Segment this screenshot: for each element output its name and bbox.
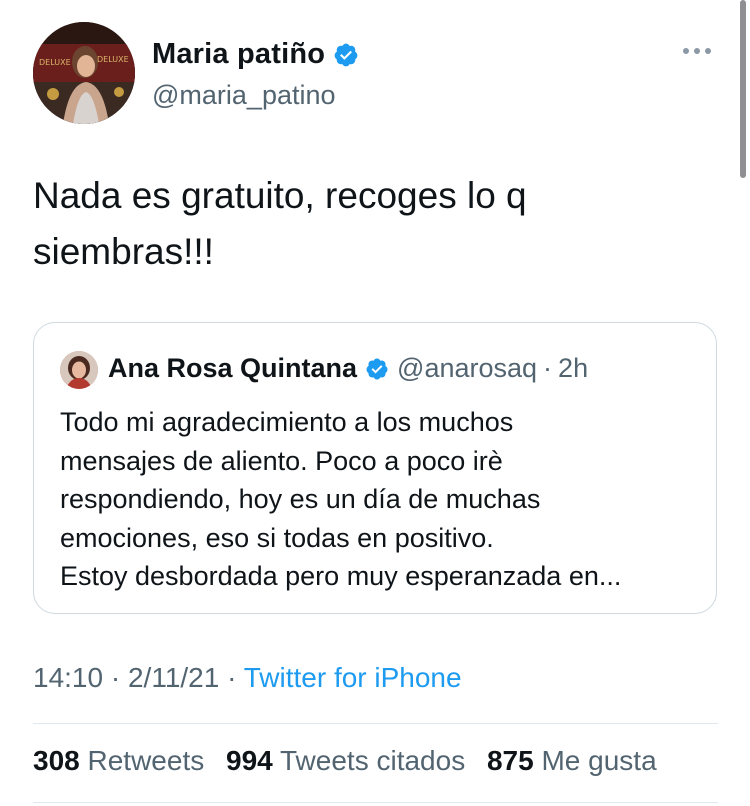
retweets-count: 308 — [33, 745, 80, 776]
separator-dot: · — [543, 353, 553, 383]
dot-icon — [705, 48, 711, 54]
dot-icon — [694, 48, 700, 54]
divider — [33, 723, 718, 724]
tweet-meta: 14:10 · 2/11/21 · Twitter for iPhone — [33, 662, 462, 694]
tweet-text-line: Nada es gratuito, recoges lo q — [33, 175, 527, 216]
separator-dot: · — [110, 662, 121, 693]
quote-tweets-stat[interactable]: 994 Tweets citados — [226, 745, 465, 776]
svg-text:DELUXE: DELUXE — [97, 55, 129, 64]
quoted-timestamp[interactable]: 2h — [558, 353, 588, 384]
author-handle[interactable]: @maria_patino — [152, 80, 336, 111]
verified-badge-icon — [366, 358, 388, 379]
tweet-text-line: siembras!!! — [33, 231, 214, 272]
quoted-avatar-image — [60, 351, 98, 389]
tweet-date[interactable]: 2/11/21 — [128, 662, 219, 693]
quoted-avatar[interactable] — [60, 351, 98, 389]
retweets-label: Retweets — [87, 745, 205, 776]
scrollbar[interactable] — [740, 0, 746, 178]
retweets-stat[interactable]: 308 Retweets — [33, 745, 204, 776]
quoted-author-name[interactable]: Ana Rosa Quintana — [108, 353, 357, 384]
quoted-text-line: mensajes de aliento. Poco a poco irè — [60, 445, 503, 476]
separator-dot: · — [227, 662, 237, 693]
avatar[interactable]: DELUXE DELUXE — [33, 22, 135, 124]
tweet-text: Nada es gratuito, recoges lo q siembras!… — [33, 168, 713, 280]
quoted-text-line: respondiendo, hoy es un día de muchas — [60, 484, 541, 514]
dot-icon — [683, 48, 689, 54]
tweet-source-link[interactable]: Twitter for iPhone — [244, 662, 462, 693]
avatar-image: DELUXE DELUXE — [33, 22, 135, 124]
verified-badge-icon — [334, 43, 358, 66]
tweet-time[interactable]: 14:10 — [33, 662, 103, 693]
likes-label: Me gusta — [541, 745, 657, 776]
divider — [33, 802, 718, 803]
quoted-tweet-text: Todo mi agradecimiento a los muchos mens… — [60, 403, 700, 596]
quoted-text-line: emociones, eso si todas en positivo. — [60, 522, 494, 553]
likes-stat[interactable]: 875 Me gusta — [487, 745, 657, 776]
quoted-author-handle[interactable]: @anarosaq — [397, 353, 537, 384]
tweet-header: DELUXE DELUXE Maria patiño @maria_patino — [33, 22, 723, 126]
tweet-stats: 308 Retweets 994 Tweets citados 875 Me g… — [33, 745, 671, 777]
author-name-row: Maria patiño — [152, 38, 359, 71]
author-name[interactable]: Maria patiño — [152, 38, 325, 71]
quote-tweets-label: Tweets citados — [280, 745, 466, 776]
avatar-logo-text: DELUXE — [39, 58, 71, 67]
likes-count: 875 — [486, 745, 534, 776]
quote-tweets-count: 994 — [226, 745, 273, 776]
quoted-header: Ana Rosa Quintana @anarosaq · 2h — [108, 353, 588, 384]
quoted-text-line: Estoy desbordada pero muy esperanzada en… — [60, 561, 622, 591]
quoted-tweet-card[interactable]: Ana Rosa Quintana @anarosaq · 2h Todo mi… — [33, 322, 717, 614]
more-options-icon[interactable] — [683, 48, 711, 54]
quoted-text-line: Todo mi agradecimiento a los muchos — [60, 407, 514, 437]
